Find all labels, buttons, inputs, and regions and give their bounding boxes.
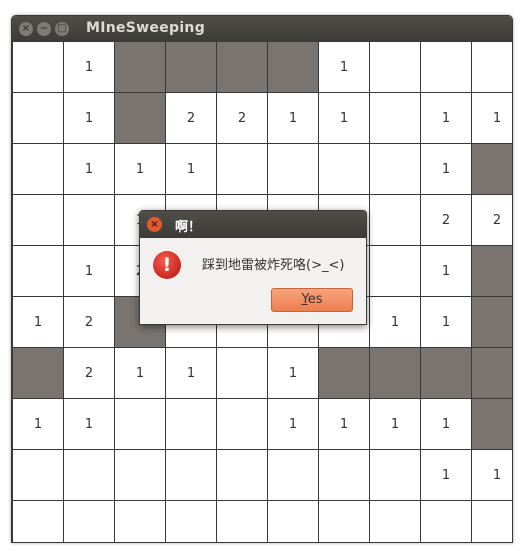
empty-cell[interactable] <box>166 501 216 542</box>
dialog-title: 啊！ <box>175 220 202 235</box>
number-cell[interactable]: 2 <box>64 348 114 398</box>
mine-cell[interactable] <box>115 42 165 92</box>
close-icon[interactable]: × <box>147 217 162 232</box>
number-cell[interactable]: 2 <box>64 297 114 347</box>
number-cell[interactable]: 1 <box>64 93 114 143</box>
empty-cell[interactable] <box>217 450 267 500</box>
empty-cell[interactable] <box>13 450 63 500</box>
empty-cell[interactable] <box>217 144 267 194</box>
empty-cell[interactable] <box>370 144 420 194</box>
number-cell[interactable]: 1 <box>421 450 471 500</box>
mine-cell[interactable] <box>115 93 165 143</box>
number-cell[interactable]: 1 <box>472 450 512 500</box>
number-cell[interactable]: 2 <box>421 195 471 245</box>
empty-cell[interactable] <box>13 195 63 245</box>
number-cell[interactable]: 1 <box>115 144 165 194</box>
empty-cell[interactable] <box>268 501 318 542</box>
dialog-title-bar: × 啊！ <box>140 211 366 238</box>
empty-cell[interactable] <box>115 399 165 449</box>
close-icon[interactable]: × <box>19 22 33 36</box>
number-cell[interactable]: 1 <box>115 348 165 398</box>
number-cell[interactable]: 1 <box>64 42 114 92</box>
number-cell[interactable]: 1 <box>64 246 114 296</box>
number-cell[interactable]: 2 <box>166 93 216 143</box>
number-cell[interactable]: 1 <box>64 144 114 194</box>
empty-cell[interactable] <box>217 399 267 449</box>
empty-cell[interactable] <box>370 195 420 245</box>
number-cell[interactable]: 1 <box>268 93 318 143</box>
number-cell[interactable]: 1 <box>421 93 471 143</box>
number-cell[interactable]: 1 <box>421 144 471 194</box>
number-cell[interactable]: 1 <box>166 144 216 194</box>
number-cell[interactable]: 2 <box>217 93 267 143</box>
error-icon: ! <box>153 251 181 279</box>
yes-button[interactable]: Yes <box>271 288 353 312</box>
empty-cell[interactable] <box>421 501 471 542</box>
empty-cell[interactable] <box>115 501 165 542</box>
empty-cell[interactable] <box>13 42 63 92</box>
number-cell[interactable]: 2 <box>472 195 512 245</box>
yes-button-label: es <box>307 292 323 307</box>
number-cell[interactable]: 1 <box>421 297 471 347</box>
empty-cell[interactable] <box>13 246 63 296</box>
empty-cell[interactable] <box>472 501 512 542</box>
number-cell[interactable]: 1 <box>421 246 471 296</box>
number-cell[interactable]: 1 <box>268 399 318 449</box>
mine-cell[interactable] <box>319 348 369 398</box>
mine-cell[interactable] <box>13 348 63 398</box>
mine-cell[interactable] <box>217 42 267 92</box>
mine-cell[interactable] <box>472 144 512 194</box>
number-cell[interactable]: 1 <box>472 93 512 143</box>
number-cell[interactable]: 1 <box>268 348 318 398</box>
number-cell[interactable]: 1 <box>13 399 63 449</box>
maximize-icon[interactable]: □ <box>55 22 69 36</box>
mine-cell[interactable] <box>472 297 512 347</box>
number-cell[interactable]: 1 <box>319 93 369 143</box>
empty-cell[interactable] <box>370 93 420 143</box>
empty-cell[interactable] <box>472 42 512 92</box>
empty-cell[interactable] <box>421 42 471 92</box>
number-cell[interactable]: 1 <box>319 399 369 449</box>
window-title: MIneSweeping <box>86 20 206 36</box>
mine-cell[interactable] <box>472 348 512 398</box>
empty-cell[interactable] <box>64 450 114 500</box>
empty-cell[interactable] <box>370 42 420 92</box>
empty-cell[interactable] <box>166 450 216 500</box>
empty-cell[interactable] <box>268 144 318 194</box>
empty-cell[interactable] <box>217 348 267 398</box>
number-cell[interactable]: 1 <box>13 297 63 347</box>
empty-cell[interactable] <box>370 246 420 296</box>
mine-cell[interactable] <box>268 42 318 92</box>
title-bar: × − □ MIneSweeping <box>12 16 512 42</box>
game-over-dialog: × 啊！ ! 踩到地雷被炸死咯(>_<) Yes <box>139 210 367 325</box>
minimize-icon[interactable]: − <box>37 22 51 36</box>
dialog-message: 踩到地雷被炸死咯(>_<) <box>202 258 345 273</box>
empty-cell[interactable] <box>319 501 369 542</box>
mine-cell[interactable] <box>472 246 512 296</box>
mine-cell[interactable] <box>166 42 216 92</box>
empty-cell[interactable] <box>166 399 216 449</box>
number-cell[interactable]: 1 <box>166 348 216 398</box>
mine-cell[interactable] <box>472 399 512 449</box>
mine-cell[interactable] <box>370 348 420 398</box>
empty-cell[interactable] <box>13 93 63 143</box>
empty-cell[interactable] <box>64 195 114 245</box>
empty-cell[interactable] <box>64 501 114 542</box>
number-cell[interactable]: 1 <box>370 399 420 449</box>
empty-cell[interactable] <box>319 144 369 194</box>
empty-cell[interactable] <box>217 501 267 542</box>
empty-cell[interactable] <box>370 501 420 542</box>
number-cell[interactable]: 1 <box>64 399 114 449</box>
number-cell[interactable]: 1 <box>370 297 420 347</box>
empty-cell[interactable] <box>115 450 165 500</box>
empty-cell[interactable] <box>370 450 420 500</box>
number-cell[interactable]: 1 <box>319 42 369 92</box>
empty-cell[interactable] <box>268 450 318 500</box>
empty-cell[interactable] <box>13 501 63 542</box>
mine-cell[interactable] <box>421 348 471 398</box>
number-cell[interactable]: 1 <box>421 399 471 449</box>
empty-cell[interactable] <box>319 450 369 500</box>
empty-cell[interactable] <box>13 144 63 194</box>
